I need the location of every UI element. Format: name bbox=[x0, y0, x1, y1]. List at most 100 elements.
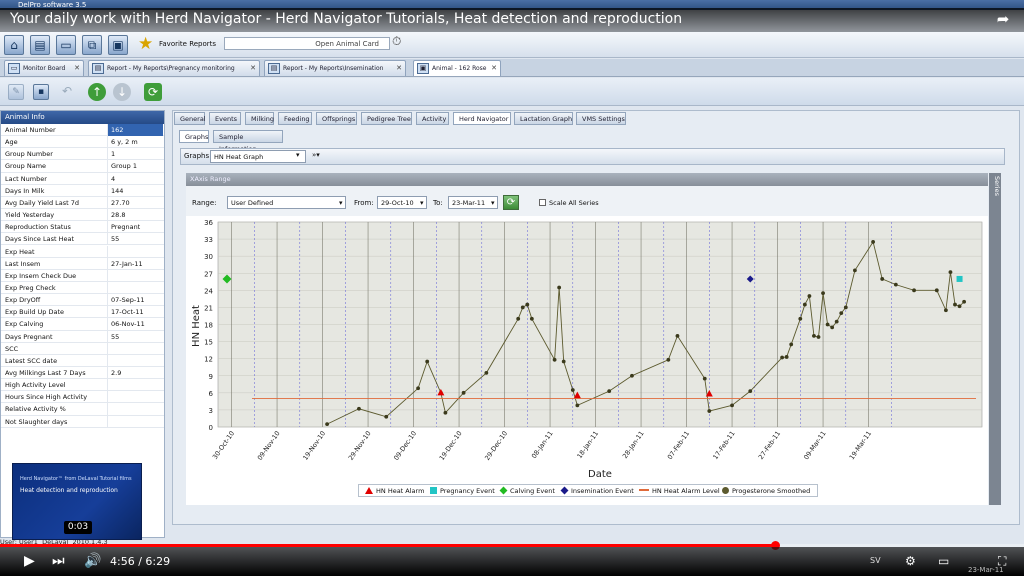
card-icon[interactable]: ▣ bbox=[108, 35, 128, 55]
tab-animal-162[interactable]: ▣ Animal - 162 Rose ✕ bbox=[413, 60, 501, 76]
report-icon[interactable]: ▤ bbox=[30, 35, 50, 55]
legend-label: Insemination Event bbox=[571, 487, 634, 495]
chevron-down-icon[interactable]: ▾ bbox=[491, 199, 495, 207]
share-icon[interactable]: ➦ bbox=[992, 10, 1014, 28]
close-icon[interactable]: ✕ bbox=[74, 61, 80, 76]
undo-icon[interactable]: ↶ bbox=[62, 84, 72, 98]
info-row[interactable]: Exp Build Up Date 17-Oct-11 bbox=[1, 306, 164, 319]
chevron-down-icon[interactable]: ▾ bbox=[296, 151, 300, 159]
tab-monitor-board[interactable]: ▭ Monitor Board ✕ bbox=[4, 60, 84, 76]
series-panel-toggle[interactable]: Series bbox=[989, 173, 1001, 505]
info-row[interactable]: Group Name Group 1 bbox=[1, 160, 164, 173]
legend-item-alarm-level: HN Heat Alarm Level bbox=[639, 486, 720, 496]
info-row[interactable]: SCC bbox=[1, 342, 164, 355]
info-row[interactable]: Relative Activity % bbox=[1, 403, 164, 416]
play-icon[interactable]: ▶ bbox=[24, 553, 35, 569]
down-arrow-icon[interactable]: ↓ bbox=[113, 83, 131, 101]
info-value bbox=[107, 415, 163, 428]
volume-icon[interactable]: 🔊 bbox=[84, 553, 101, 569]
info-row[interactable]: Last Insem 27-Jan-11 bbox=[1, 257, 164, 270]
open-animal-card-input[interactable]: Open Animal Card bbox=[224, 37, 390, 50]
progesterone-point bbox=[843, 305, 848, 310]
info-row[interactable]: Avg Milkings Last 7 Days 2.9 bbox=[1, 367, 164, 380]
info-row[interactable]: Reproduction Status Pregnant bbox=[1, 221, 164, 234]
tab-offsprings[interactable]: Offsprings bbox=[316, 112, 357, 125]
favorite-reports-menu[interactable]: Favorite Reports bbox=[159, 40, 216, 48]
info-row[interactable]: Avg Daily Yield Last 7d 27.70 bbox=[1, 196, 164, 210]
chevron-down-icon[interactable]: ▾ bbox=[339, 199, 343, 207]
info-row[interactable]: Days Since Last Heat 55 bbox=[1, 233, 164, 246]
monitor-icon[interactable]: ▭ bbox=[56, 35, 76, 55]
info-key: Exp Calving bbox=[5, 320, 44, 329]
scale-all-series-checkbox[interactable] bbox=[539, 199, 546, 206]
home-icon[interactable]: ⌂ bbox=[4, 35, 24, 55]
video-title[interactable]: Your daily work with Herd Navigator - He… bbox=[0, 8, 1024, 32]
info-key: Days In Milk bbox=[5, 186, 45, 195]
close-icon[interactable]: ✕ bbox=[250, 61, 256, 76]
info-row[interactable]: Days In Milk 144 bbox=[1, 184, 164, 197]
tab-feeding[interactable]: Feeding bbox=[278, 112, 312, 125]
info-row[interactable]: Exp DryOff 07-Sep-11 bbox=[1, 294, 164, 307]
info-row[interactable]: Yield Yesterday 28.8 bbox=[1, 209, 164, 222]
up-arrow-icon[interactable]: ↑ bbox=[88, 83, 106, 101]
dot-icon bbox=[722, 487, 729, 494]
taskbar-date: 23-Mar-11 bbox=[968, 566, 1004, 574]
refresh-button[interactable]: ⟳ bbox=[503, 195, 519, 210]
info-value bbox=[107, 342, 163, 355]
tab-general[interactable]: General bbox=[174, 112, 206, 125]
tab-lactation-graph[interactable]: Lactation Graph bbox=[514, 112, 573, 125]
computers-icon[interactable]: ⧉ bbox=[82, 35, 102, 55]
info-row[interactable]: Group Number 1 bbox=[1, 148, 164, 161]
info-row[interactable]: Age 6 y, 2 m bbox=[1, 136, 164, 149]
tab-graphs[interactable]: Graphs bbox=[179, 130, 209, 143]
info-row[interactable]: Exp Insem Check Due bbox=[1, 269, 164, 282]
clock-icon[interactable]: ⏱ bbox=[392, 34, 406, 52]
info-value bbox=[107, 354, 163, 367]
info-key: Relative Activity % bbox=[5, 405, 66, 414]
next-icon[interactable]: ⏭ bbox=[52, 553, 65, 569]
info-row[interactable]: Days Pregnant 55 bbox=[1, 330, 164, 343]
info-row[interactable]: Exp Heat bbox=[1, 245, 164, 258]
save-icon[interactable]: ▪ bbox=[33, 84, 49, 100]
tab-milking[interactable]: Milking bbox=[245, 112, 274, 125]
tab-sample-information[interactable]: Sample Information bbox=[213, 130, 283, 153]
overflow-menu[interactable]: »▾ bbox=[312, 151, 320, 159]
info-row[interactable]: High Activity Level bbox=[1, 379, 164, 392]
tab-report-pregnancy[interactable]: ▤ Report - My Reports\Pregnancy monitorin… bbox=[88, 60, 260, 76]
settings-icon[interactable]: ⚙ bbox=[905, 553, 916, 569]
chevron-down-icon[interactable]: ▾ bbox=[420, 199, 424, 207]
progesterone-point bbox=[425, 359, 430, 364]
tab-herd-navigator[interactable]: Herd Navigator bbox=[453, 112, 511, 125]
info-row[interactable]: Not Slaughter days bbox=[1, 415, 164, 428]
edit-icon[interactable]: ✎ bbox=[8, 84, 24, 100]
progesterone-point bbox=[357, 406, 361, 411]
star-icon[interactable]: ★ bbox=[138, 35, 156, 53]
progesterone-point bbox=[707, 409, 712, 413]
tab-vms-settings[interactable]: VMS Settings bbox=[576, 112, 626, 125]
info-row[interactable]: Latest SCC date bbox=[1, 354, 164, 367]
tab-pedigree-tree[interactable]: Pedigree Tree bbox=[361, 112, 412, 125]
diamond-icon bbox=[499, 486, 508, 495]
info-row[interactable]: Animal Number 162 bbox=[1, 124, 164, 137]
info-row[interactable]: Hours Since High Activity bbox=[1, 391, 164, 404]
close-icon[interactable]: ✕ bbox=[491, 61, 497, 76]
range-select[interactable]: User Defined bbox=[227, 196, 346, 209]
captions-icon[interactable]: ▭ bbox=[938, 553, 949, 569]
app-window: DelPro software 3.5 Your daily work with… bbox=[0, 0, 1024, 576]
graph-select[interactable]: HN Heat Graph bbox=[210, 150, 306, 163]
progesterone-point bbox=[607, 389, 612, 394]
xaxis-range-header[interactable]: XAxis Range bbox=[186, 173, 988, 186]
info-row[interactable]: Exp Calving 06-Nov-11 bbox=[1, 318, 164, 331]
close-icon[interactable]: ✕ bbox=[396, 61, 402, 76]
info-key: Lact Number bbox=[5, 174, 47, 183]
thumbnail-caption: Herd Navigator™ from DeLaval Tutorial fi… bbox=[20, 476, 132, 482]
info-row[interactable]: Lact Number 4 bbox=[1, 172, 164, 185]
refresh-icon[interactable]: ⟳ bbox=[144, 83, 162, 101]
tab-report-insemination[interactable]: ▤ Report - My Reports\Insemination ✕ bbox=[264, 60, 406, 76]
info-key: Group Number bbox=[5, 150, 53, 159]
progesterone-point bbox=[816, 335, 821, 339]
info-row[interactable]: Exp Preg Check bbox=[1, 281, 164, 295]
tab-activity[interactable]: Activity bbox=[416, 112, 449, 125]
progesterone-point bbox=[953, 302, 957, 307]
tab-events[interactable]: Events bbox=[209, 112, 241, 125]
